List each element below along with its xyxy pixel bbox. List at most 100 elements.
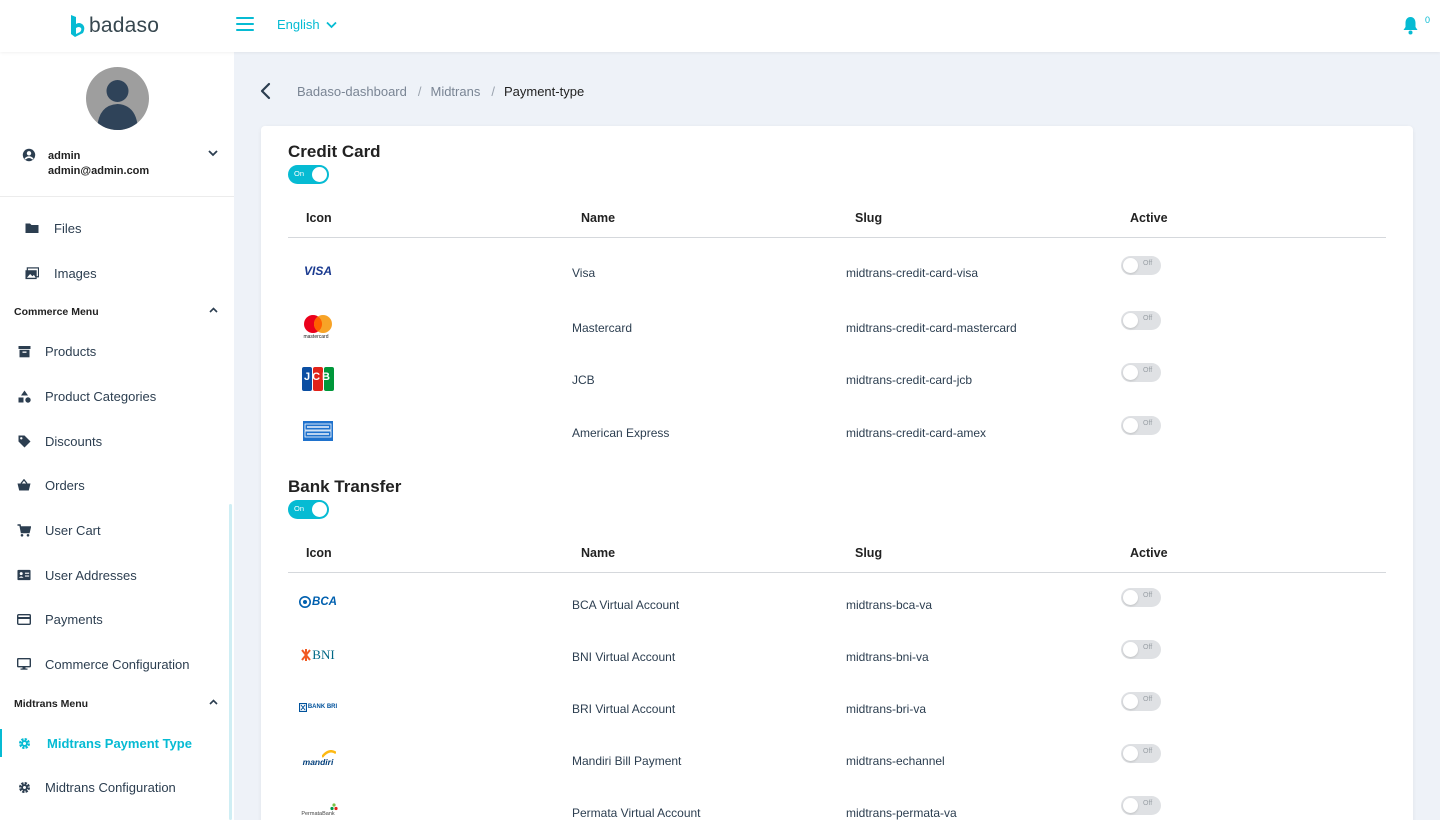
breadcrumb-separator: / bbox=[417, 84, 422, 99]
sidebar-item-payments[interactable]: Payments bbox=[0, 599, 229, 639]
sidebar: admin admin@admin.com Files Images Comme… bbox=[0, 52, 234, 820]
sidebar-item-files[interactable]: Files bbox=[0, 208, 229, 248]
sidebar-item-label: Product Categories bbox=[45, 388, 157, 404]
sidebar-item-user-addresses[interactable]: User Addresses bbox=[0, 555, 229, 595]
basket-icon bbox=[17, 478, 31, 492]
sidebar-scrollbar[interactable] bbox=[229, 504, 232, 820]
avatar bbox=[86, 67, 149, 130]
active-toggle[interactable]: Off bbox=[1121, 796, 1161, 815]
chevron-down-icon bbox=[326, 21, 337, 28]
switch-label: On bbox=[294, 169, 305, 178]
cart-icon bbox=[17, 523, 31, 537]
section-toggle-credit-card[interactable]: On bbox=[288, 165, 329, 184]
user-profile-toggle[interactable]: admin admin@admin.com bbox=[20, 148, 220, 184]
column-header-icon: Icon bbox=[306, 546, 332, 560]
payment-slug: midtrans-permata-va bbox=[846, 806, 957, 820]
user-circle-icon bbox=[22, 148, 36, 162]
sidebar-item-images[interactable]: Images bbox=[0, 253, 229, 293]
payment-name: Permata Virtual Account bbox=[572, 806, 701, 820]
group-title: Midtrans Menu bbox=[14, 698, 89, 710]
mandiri-logo: mandiri bbox=[298, 746, 338, 772]
active-toggle[interactable]: Off bbox=[1121, 256, 1161, 275]
section-toggle-bank-transfer[interactable]: On bbox=[288, 500, 329, 519]
bell-icon[interactable] bbox=[1402, 16, 1419, 35]
sidebar-item-label: Midtrans Configuration bbox=[45, 779, 176, 795]
column-header-slug: Slug bbox=[855, 546, 883, 560]
table-header: Icon Name Slug Active bbox=[288, 202, 1386, 238]
folder-icon bbox=[25, 221, 39, 235]
column-header-name: Name bbox=[581, 211, 616, 225]
payment-slug: midtrans-bri-va bbox=[846, 702, 927, 716]
switch-knob bbox=[312, 167, 327, 182]
active-toggle[interactable]: Off bbox=[1121, 588, 1161, 607]
active-toggle[interactable]: Off bbox=[1121, 363, 1161, 382]
payment-name: Mastercard bbox=[572, 321, 633, 335]
active-toggle[interactable]: Off bbox=[1121, 311, 1161, 330]
images-icon bbox=[25, 266, 39, 280]
section-title: Bank Transfer bbox=[288, 477, 402, 496]
amex-logo bbox=[298, 418, 338, 444]
language-label: English bbox=[277, 17, 320, 32]
badaso-logo-icon bbox=[71, 15, 85, 37]
credit-card-icon bbox=[17, 612, 31, 626]
payment-name: BCA Virtual Account bbox=[572, 598, 680, 612]
payment-name: Visa bbox=[572, 266, 596, 280]
address-card-icon bbox=[17, 568, 31, 582]
payment-name: BRI Virtual Account bbox=[572, 702, 676, 716]
switch-label: On bbox=[294, 504, 305, 513]
sidebar-item-commerce-configuration[interactable]: Commerce Configuration bbox=[0, 644, 229, 684]
jcb-logo: JCB bbox=[298, 366, 338, 392]
badaso-logo[interactable]: badaso bbox=[70, 14, 159, 38]
payment-slug: midtrans-credit-card-jcb bbox=[846, 373, 973, 387]
user-email: admin@admin.com bbox=[48, 165, 150, 177]
menu-toggle-button[interactable] bbox=[236, 17, 254, 31]
bca-logo: BCA bbox=[298, 589, 338, 615]
column-header-name: Name bbox=[581, 546, 616, 560]
sidebar-item-user-cart[interactable]: User Cart bbox=[0, 510, 229, 550]
sidebar-item-label: Products bbox=[45, 343, 97, 359]
gear-icon bbox=[17, 736, 31, 750]
chevron-up-icon bbox=[209, 699, 218, 705]
section-title: Credit Card bbox=[288, 142, 381, 161]
sidebar-item-product-categories[interactable]: Product Categories bbox=[0, 376, 229, 416]
payment-slug: midtrans-bni-va bbox=[846, 650, 929, 664]
active-toggle[interactable]: Off bbox=[1121, 744, 1161, 763]
archive-icon bbox=[17, 344, 31, 358]
sidebar-item-label: User Cart bbox=[45, 522, 101, 538]
top-bar: badaso English 0 bbox=[0, 0, 1440, 52]
table-row: BCA BCA Virtual Account midtrans-bca-va … bbox=[288, 577, 1386, 629]
sidebar-item-products[interactable]: Products bbox=[0, 331, 229, 371]
column-header-icon: Icon bbox=[306, 211, 332, 225]
table-row: American Express midtrans-credit-card-am… bbox=[288, 406, 1386, 458]
payment-name: BNI Virtual Account bbox=[572, 650, 676, 664]
active-toggle[interactable]: Off bbox=[1121, 640, 1161, 659]
table-row: VISA Visa midtrans-credit-card-visa Off bbox=[288, 246, 1386, 298]
sidebar-item-discounts[interactable]: Discounts bbox=[0, 421, 229, 461]
switch-knob bbox=[312, 502, 327, 517]
chevron-up-icon bbox=[209, 307, 218, 313]
sidebar-item-midtrans-configuration[interactable]: Midtrans Configuration bbox=[0, 767, 229, 807]
payment-name: Mandiri Bill Payment bbox=[572, 754, 682, 768]
sidebar-item-label: Payments bbox=[45, 611, 103, 627]
back-arrow-icon[interactable] bbox=[258, 82, 274, 100]
breadcrumb-link-dashboard[interactable]: Badaso-dashboard bbox=[297, 84, 407, 99]
mastercard-wordmark: mastercard bbox=[303, 334, 329, 340]
payment-name: JCB bbox=[572, 373, 595, 387]
visa-logo: VISA bbox=[303, 264, 332, 278]
sidebar-item-label: Commerce Configuration bbox=[45, 656, 190, 672]
active-toggle[interactable]: Off bbox=[1121, 692, 1161, 711]
language-selector[interactable]: English bbox=[277, 17, 337, 32]
payment-slug: midtrans-credit-card-visa bbox=[846, 266, 979, 280]
commerce-menu-toggle[interactable]: Commerce Menu bbox=[14, 302, 220, 322]
breadcrumb-link-midtrans[interactable]: Midtrans bbox=[430, 84, 480, 99]
active-toggle[interactable]: Off bbox=[1121, 416, 1161, 435]
group-title: Commerce Menu bbox=[14, 306, 99, 318]
payment-type-card: Credit Card On Icon Name Slug Active VIS… bbox=[261, 126, 1413, 820]
chevron-down-icon bbox=[208, 150, 218, 157]
breadcrumb: Badaso-dashboard / Midtrans / Payment-ty… bbox=[297, 84, 584, 99]
midtrans-menu-toggle[interactable]: Midtrans Menu bbox=[14, 694, 220, 714]
sidebar-item-orders[interactable]: Orders bbox=[0, 465, 229, 505]
sidebar-item-midtrans-payment-type[interactable]: Midtrans Payment Type bbox=[0, 723, 229, 763]
tag-icon bbox=[17, 434, 31, 448]
payment-name: American Express bbox=[572, 426, 670, 440]
